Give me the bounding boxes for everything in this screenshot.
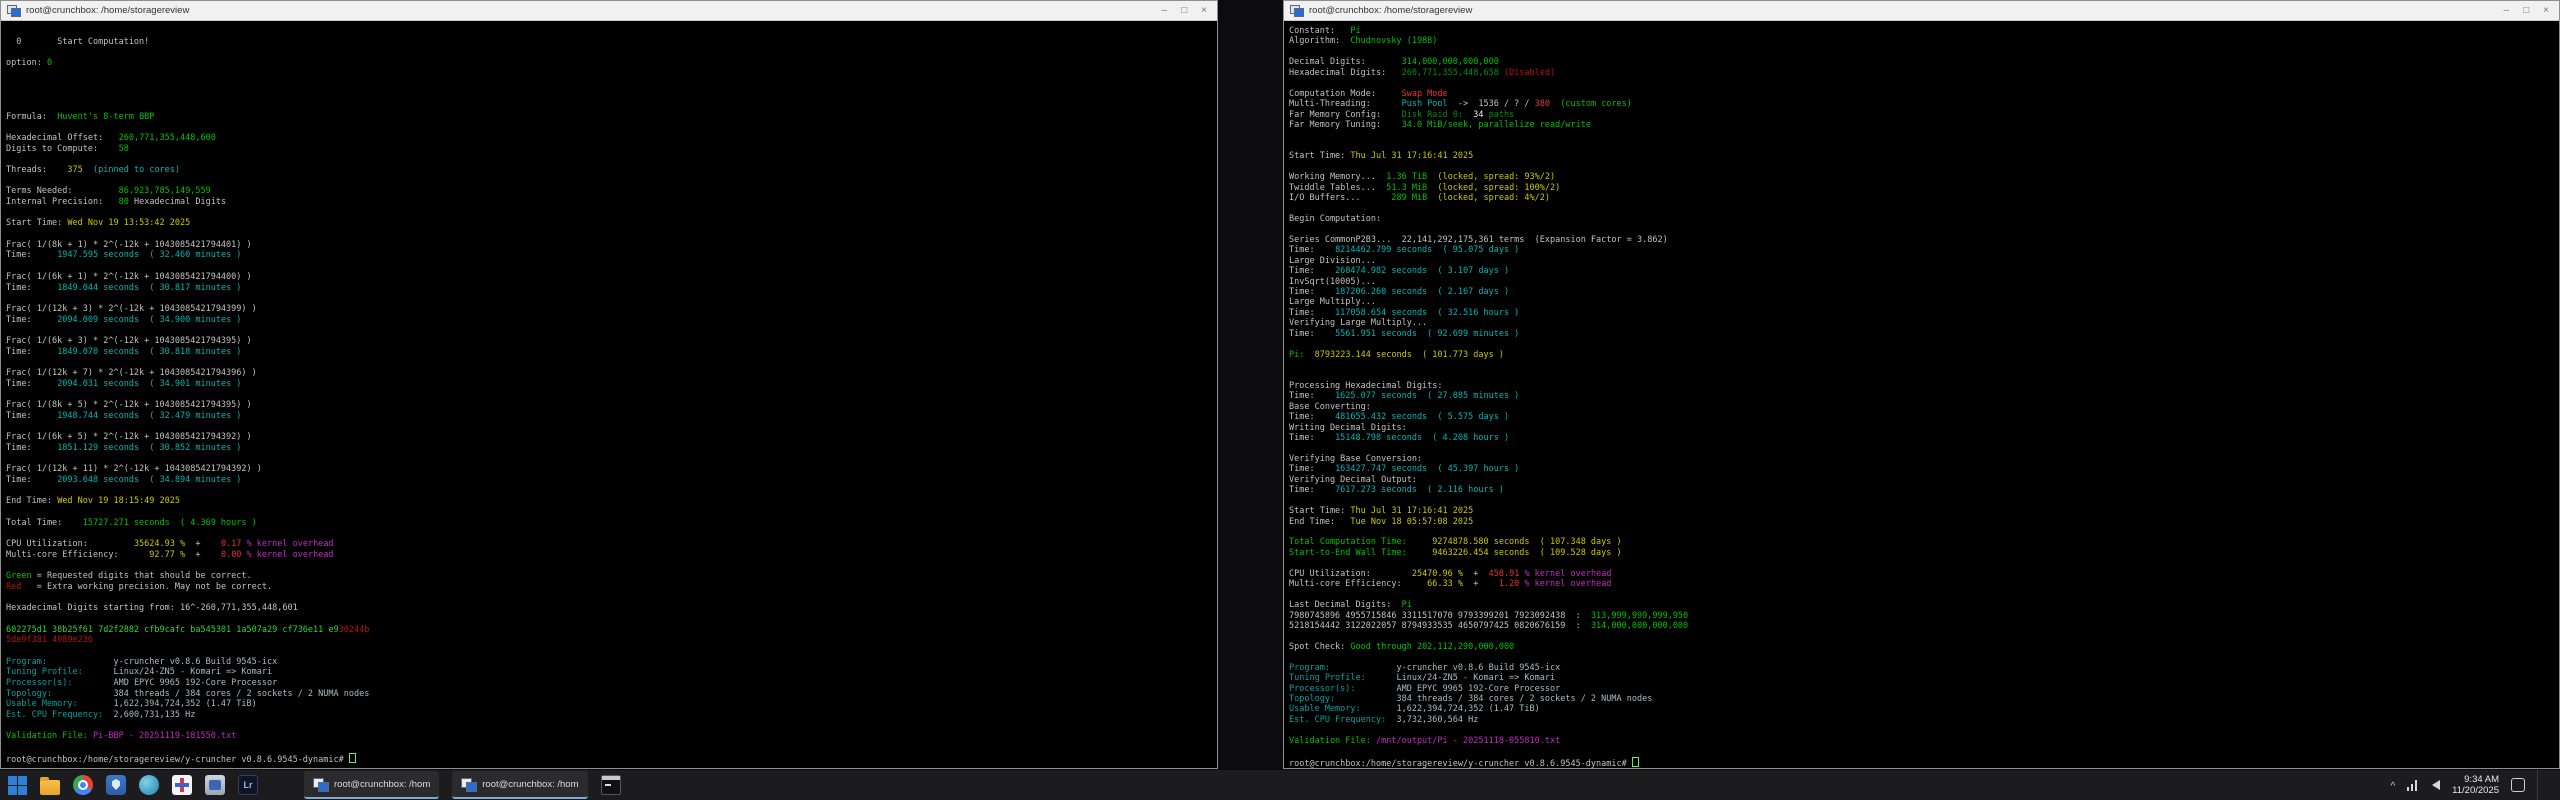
clock-date: 11/20/2025: [2452, 785, 2499, 796]
minimize-icon[interactable]: –: [1162, 6, 1168, 16]
taskbar-clock[interactable]: 9:34 AM 11/20/2025: [2452, 774, 2499, 796]
taskbar-window-button-right-putty[interactable]: root@crunchbox: /hom: [452, 771, 587, 799]
terminal-app-icon[interactable]: [601, 775, 621, 795]
tray-overflow-chevron-icon[interactable]: ^: [2390, 781, 2395, 792]
taskbar-window-label: root@crunchbox: /hom: [334, 779, 430, 790]
maximize-icon[interactable]: □: [1181, 6, 1187, 16]
chrome-icon[interactable]: [73, 775, 93, 795]
putty-icon: [7, 5, 20, 16]
notification-center-icon[interactable]: [2511, 778, 2525, 792]
security-app-icon[interactable]: [106, 775, 126, 795]
right-window-title: root@crunchbox: /home/storagereview: [1309, 5, 2504, 16]
putty-icon: [313, 778, 328, 791]
close-icon[interactable]: ×: [2543, 6, 2549, 16]
left-titlebar[interactable]: root@crunchbox: /home/storagereview – □ …: [1, 1, 1217, 21]
file-explorer-icon[interactable]: [40, 780, 60, 795]
left-terminal-output[interactable]: 0 Start Computation! option: 0 Formula: …: [1, 21, 1217, 768]
lightroom-icon[interactable]: Lr: [238, 775, 258, 795]
start-button-icon[interactable]: [8, 776, 27, 795]
tray-network-icon[interactable]: [2407, 780, 2420, 791]
firefox-icon[interactable]: [271, 775, 291, 795]
tray-volume-icon[interactable]: [2432, 780, 2440, 790]
putty-icon: [1290, 5, 1303, 16]
globe-app-icon[interactable]: [139, 775, 159, 795]
maximize-icon[interactable]: □: [2523, 6, 2529, 16]
utility-app-icon[interactable]: [172, 775, 192, 795]
show-desktop-button[interactable]: [2537, 770, 2542, 800]
minimize-icon[interactable]: –: [2504, 6, 2510, 16]
taskbar-window-label: root@crunchbox: /hom: [482, 779, 578, 790]
taskbar: Lr root@crunchbox: /hom root@crunchbox: …: [0, 770, 2560, 800]
clock-time: 9:34 AM: [2452, 774, 2499, 785]
archive-app-icon[interactable]: [205, 775, 225, 795]
putty-icon: [461, 778, 476, 791]
putty-window-left: root@crunchbox: /home/storagereview – □ …: [0, 0, 1218, 769]
close-icon[interactable]: ×: [1201, 6, 1207, 16]
left-window-title: root@crunchbox: /home/storagereview: [26, 5, 1162, 16]
putty-window-right: root@crunchbox: /home/storagereview – □ …: [1283, 0, 2560, 769]
right-titlebar[interactable]: root@crunchbox: /home/storagereview – □ …: [1284, 1, 2559, 21]
system-tray: ^ 9:34 AM 11/20/2025: [2390, 770, 2552, 800]
taskbar-window-button-left-putty[interactable]: root@crunchbox: /hom: [304, 771, 439, 799]
right-terminal-output[interactable]: Constant: PiAlgorithm: Chudnovsky (1988)…: [1284, 21, 2559, 768]
